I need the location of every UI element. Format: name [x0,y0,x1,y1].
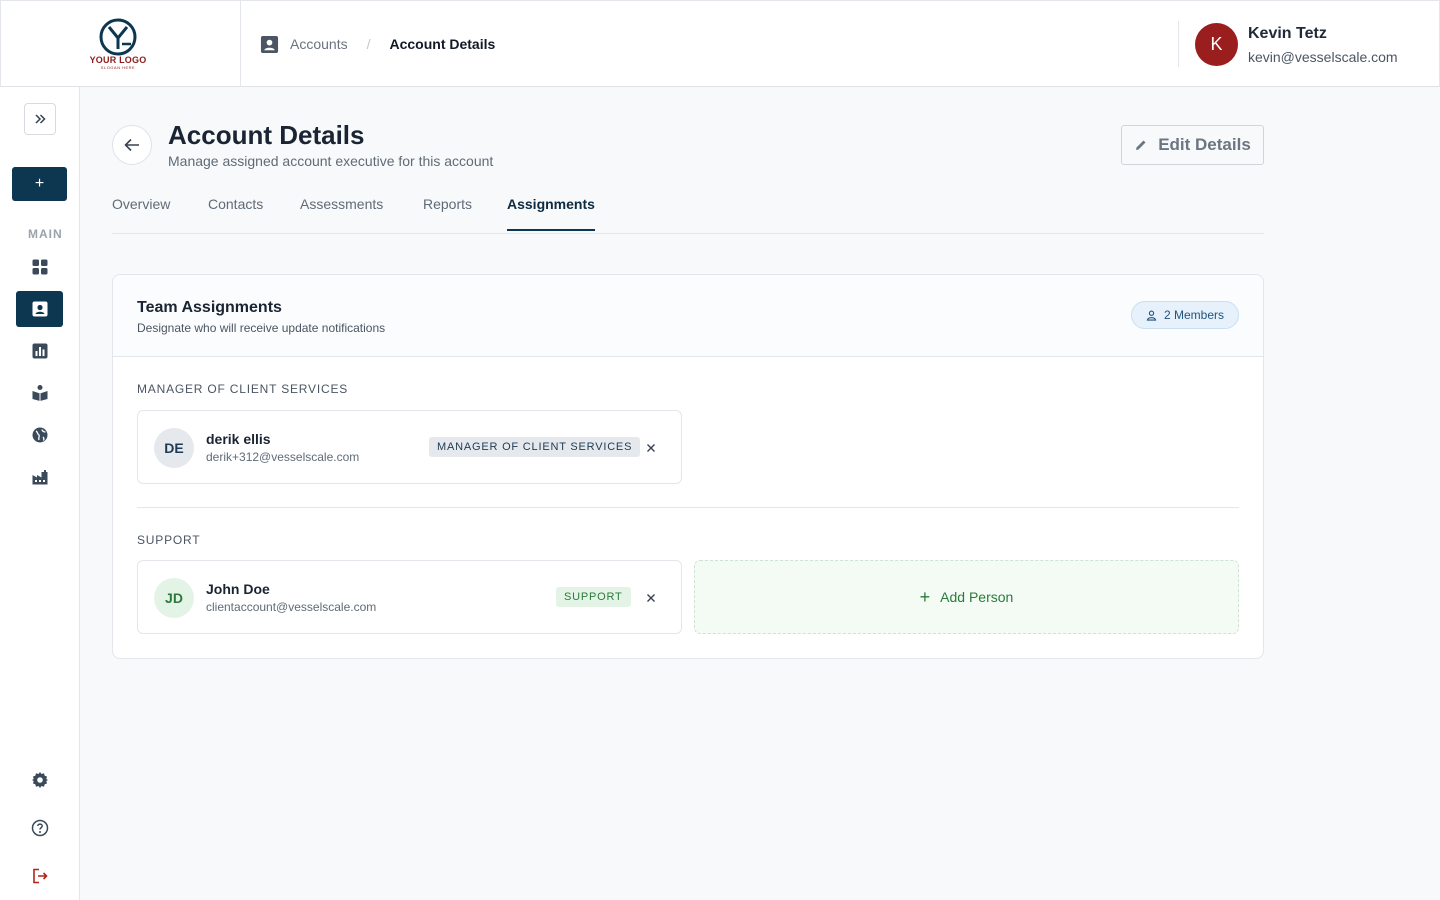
close-icon [647,444,655,452]
sidebar-item-accounts[interactable] [16,291,63,327]
tab-reports[interactable]: Reports [423,196,472,229]
breadcrumb-separator: / [366,36,371,52]
card-header: Team Assignments Designate who will rece… [113,275,1263,357]
assignment-card-john-doe: JD John Doe clientaccount@vesselscale.co… [137,560,682,634]
tab-contacts[interactable]: Contacts [208,196,263,229]
members-count: 2 Members [1163,308,1225,322]
sidebar-item-industry[interactable] [16,459,63,495]
tab-bar: Overview Contacts Assessments Reports As… [112,186,1264,234]
avatar: DE [154,428,194,468]
edit-details-label: Edit Details [1158,135,1251,154]
breadcrumb: Accounts / Account Details [260,34,495,54]
double-chevron-right-icon [35,114,46,124]
person-name: derik ellis [206,431,271,447]
breadcrumb-current: Account Details [389,36,496,52]
plus-icon: + [919,586,931,607]
header-divider [1178,21,1179,67]
team-assignments-card: Team Assignments Designate who will rece… [112,274,1264,659]
arrow-left-icon [124,138,139,152]
sidebar-item-global[interactable] [16,417,63,453]
person-name: John Doe [206,581,270,597]
pencil-icon [1136,140,1146,150]
role-badge: SUPPORT [556,587,631,607]
user-avatar[interactable]: K [1195,23,1238,66]
book-reader-icon [32,385,47,401]
person-email: derik+312@vesselscale.com [206,450,360,464]
user-icon [1146,310,1157,321]
sidebar: + MAIN [0,87,80,900]
add-person-label: Add Person [940,589,1014,605]
section-label-manager: MANAGER OF CLIENT SERVICES [137,382,349,396]
sidebar-item-learning[interactable] [16,375,63,411]
sidebar-item-help[interactable] [16,810,63,846]
remove-person-button[interactable] [644,588,658,608]
contact-card-icon [32,301,47,317]
logo-tagline: SLOGAN HERE [100,65,136,70]
close-icon [647,594,655,602]
card-subtitle: Designate who will receive update notifi… [137,321,386,335]
logo-text: YOUR LOGO [89,55,147,65]
person-email: clientaccount@vesselscale.com [206,600,377,614]
sidebar-item-dashboard[interactable] [16,249,63,285]
add-person-button[interactable]: + Add Person [694,560,1239,634]
user-name: Kevin Tetz [1248,25,1327,42]
page-subtitle: Manage assigned account executive for th… [168,153,494,169]
tab-assessments[interactable]: Assessments [300,196,383,229]
logo-area: YOUR LOGO SLOGAN HERE [1,1,241,87]
globe-icon [32,427,47,443]
sidebar-add-button[interactable]: + [12,167,67,201]
section-divider [137,507,1239,508]
breadcrumb-accounts-link[interactable]: Accounts [290,36,348,52]
gear-icon [31,772,48,788]
help-circle-icon [31,819,48,837]
sidebar-item-reports[interactable] [16,333,63,369]
members-badge: 2 Members [1131,301,1239,329]
top-bar: YOUR LOGO SLOGAN HERE Accounts / Account… [0,0,1440,87]
avatar: JD [154,578,194,618]
remove-person-button[interactable] [644,438,658,458]
edit-details-button[interactable]: Edit Details [1121,125,1264,165]
bar-chart-icon [32,343,47,359]
logo-icon [99,18,137,56]
card-title: Team Assignments [137,299,282,316]
tab-assignments[interactable]: Assignments [507,196,595,231]
factory-icon [32,470,47,485]
tab-overview[interactable]: Overview [112,196,170,229]
section-label-support: SUPPORT [137,533,201,547]
contact-card-icon [260,35,279,53]
back-button[interactable] [112,125,152,165]
sidebar-item-logout[interactable] [16,858,63,894]
grid-icon [32,259,47,275]
assignment-card-derik-ellis: DE derik ellis derik+312@vesselscale.com… [137,410,682,484]
sidebar-expand-button[interactable] [24,103,56,135]
sidebar-section-label: MAIN [28,227,63,241]
sidebar-item-settings[interactable] [16,762,63,798]
page-title: Account Details [168,120,365,150]
logout-icon [32,868,48,884]
user-email: kevin@vesselscale.com [1248,49,1398,65]
role-badge: MANAGER OF CLIENT SERVICES [429,437,641,457]
